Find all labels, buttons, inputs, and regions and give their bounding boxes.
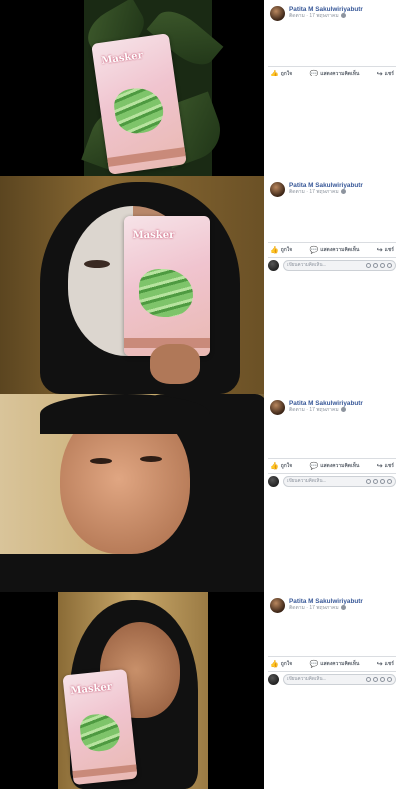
post-photo-2[interactable]: Masker — [0, 176, 264, 394]
post-panel-3: Patita M Sakulwiriyabutr ติดตาม · 17 พฤษ… — [0, 394, 400, 592]
thumbs-up-icon: 👍 — [270, 463, 279, 470]
emoji-icon[interactable] — [366, 87, 371, 92]
post-panel-2: Masker Patita M Sakulwiriyabutr ติดตาม ·… — [0, 176, 400, 394]
emoji-icon[interactable] — [366, 479, 371, 484]
gif-icon[interactable] — [380, 87, 385, 92]
share-button[interactable]: ↪ แชร์ — [377, 70, 394, 78]
author-avatar[interactable] — [270, 598, 285, 613]
author-avatar[interactable] — [270, 400, 285, 415]
post-photo-1[interactable]: Masker — [0, 0, 264, 176]
comment-input[interactable]: เขียนความคิดเห็น... — [283, 476, 396, 487]
emoji-icon[interactable] — [366, 677, 371, 682]
viewer-avatar — [268, 476, 279, 487]
speech-bubble-icon: 💬 — [309, 71, 319, 78]
post-card-1: Patita M Sakulwiriyabutr ติดตาม · 17 พฤษ… — [264, 0, 400, 176]
viewer-avatar — [268, 674, 279, 685]
comment-button[interactable]: 💬 แสดงความคิดเห็น — [310, 70, 360, 78]
speech-bubble-icon: 💬 — [309, 247, 319, 254]
post-panel-1: Masker Patita M Sakulwiriyabutr ติดตาม ·… — [0, 0, 400, 176]
viewer-avatar — [268, 84, 279, 95]
comment-button[interactable]: 💬 แสดงความคิดเห็น — [310, 462, 360, 470]
comment-input[interactable]: เขียนความคิดเห็น... — [283, 674, 396, 685]
post-photo-4[interactable]: Masker — [0, 592, 264, 789]
globe-icon — [341, 407, 347, 413]
speech-bubble-icon: 💬 — [309, 463, 319, 470]
comment-input[interactable]: เขียนความคิดเห็น... — [283, 260, 396, 271]
author-avatar[interactable] — [270, 182, 285, 197]
like-button[interactable]: 👍 ถูกใจ — [270, 462, 292, 470]
gif-icon[interactable] — [380, 479, 385, 484]
sticker-icon[interactable] — [387, 87, 392, 92]
post-date[interactable]: 17 พฤษภาคม — [309, 605, 338, 611]
viewer-avatar — [268, 260, 279, 271]
globe-icon — [341, 605, 347, 611]
camera-icon[interactable] — [373, 677, 378, 682]
speech-bubble-icon: 💬 — [309, 661, 319, 668]
emoji-icon[interactable] — [366, 263, 371, 268]
follow-link[interactable]: ติดตาม — [289, 407, 305, 413]
gif-icon[interactable] — [380, 263, 385, 268]
post-photo-3[interactable] — [0, 394, 264, 592]
thumbs-up-icon: 👍 — [270, 71, 279, 78]
author-avatar[interactable] — [270, 6, 285, 21]
share-button[interactable]: ↪ แชร์ — [377, 462, 394, 470]
share-arrow-icon: ↪ — [376, 247, 383, 254]
follow-link[interactable]: ติดตาม — [289, 189, 305, 195]
comment-input[interactable]: เขียนความคิดเห็น... — [283, 84, 396, 95]
post-date[interactable]: 17 พฤษภาคม — [309, 189, 338, 195]
post-date[interactable]: 17 พฤษภาคม — [309, 407, 338, 413]
like-button[interactable]: 👍 ถูกใจ — [270, 246, 292, 254]
follow-link[interactable]: ติดตาม — [289, 13, 305, 19]
post-date[interactable]: 17 พฤษภาคม — [309, 13, 338, 19]
post-card-3: Patita M Sakulwiriyabutr ติดตาม · 17 พฤษ… — [264, 394, 400, 592]
share-arrow-icon: ↪ — [376, 463, 383, 470]
post-card-4: Patita M Sakulwiriyabutr ติดตาม · 17 พฤษ… — [264, 592, 400, 789]
camera-icon[interactable] — [373, 263, 378, 268]
like-button[interactable]: 👍 ถูกใจ — [270, 70, 292, 78]
thumbs-up-icon: 👍 — [270, 247, 279, 254]
like-button[interactable]: 👍 ถูกใจ — [270, 660, 292, 668]
share-arrow-icon: ↪ — [376, 661, 383, 668]
sticker-icon[interactable] — [387, 479, 392, 484]
gif-icon[interactable] — [380, 677, 385, 682]
share-arrow-icon: ↪ — [376, 71, 383, 78]
post-card-2: Patita M Sakulwiriyabutr ติดตาม · 17 พฤษ… — [264, 176, 400, 394]
globe-icon — [341, 189, 347, 195]
globe-icon — [341, 13, 347, 19]
sticker-icon[interactable] — [387, 263, 392, 268]
sticker-icon[interactable] — [387, 677, 392, 682]
camera-icon[interactable] — [373, 479, 378, 484]
post-panel-4: Masker Patita M Sakulwiriyabutr ติดตาม ·… — [0, 592, 400, 789]
comment-button[interactable]: 💬 แสดงความคิดเห็น — [310, 246, 360, 254]
share-button[interactable]: ↪ แชร์ — [377, 246, 394, 254]
comment-button[interactable]: 💬 แสดงความคิดเห็น — [310, 660, 360, 668]
share-button[interactable]: ↪ แชร์ — [377, 660, 394, 668]
follow-link[interactable]: ติดตาม — [289, 605, 305, 611]
camera-icon[interactable] — [373, 87, 378, 92]
thumbs-up-icon: 👍 — [270, 661, 279, 668]
